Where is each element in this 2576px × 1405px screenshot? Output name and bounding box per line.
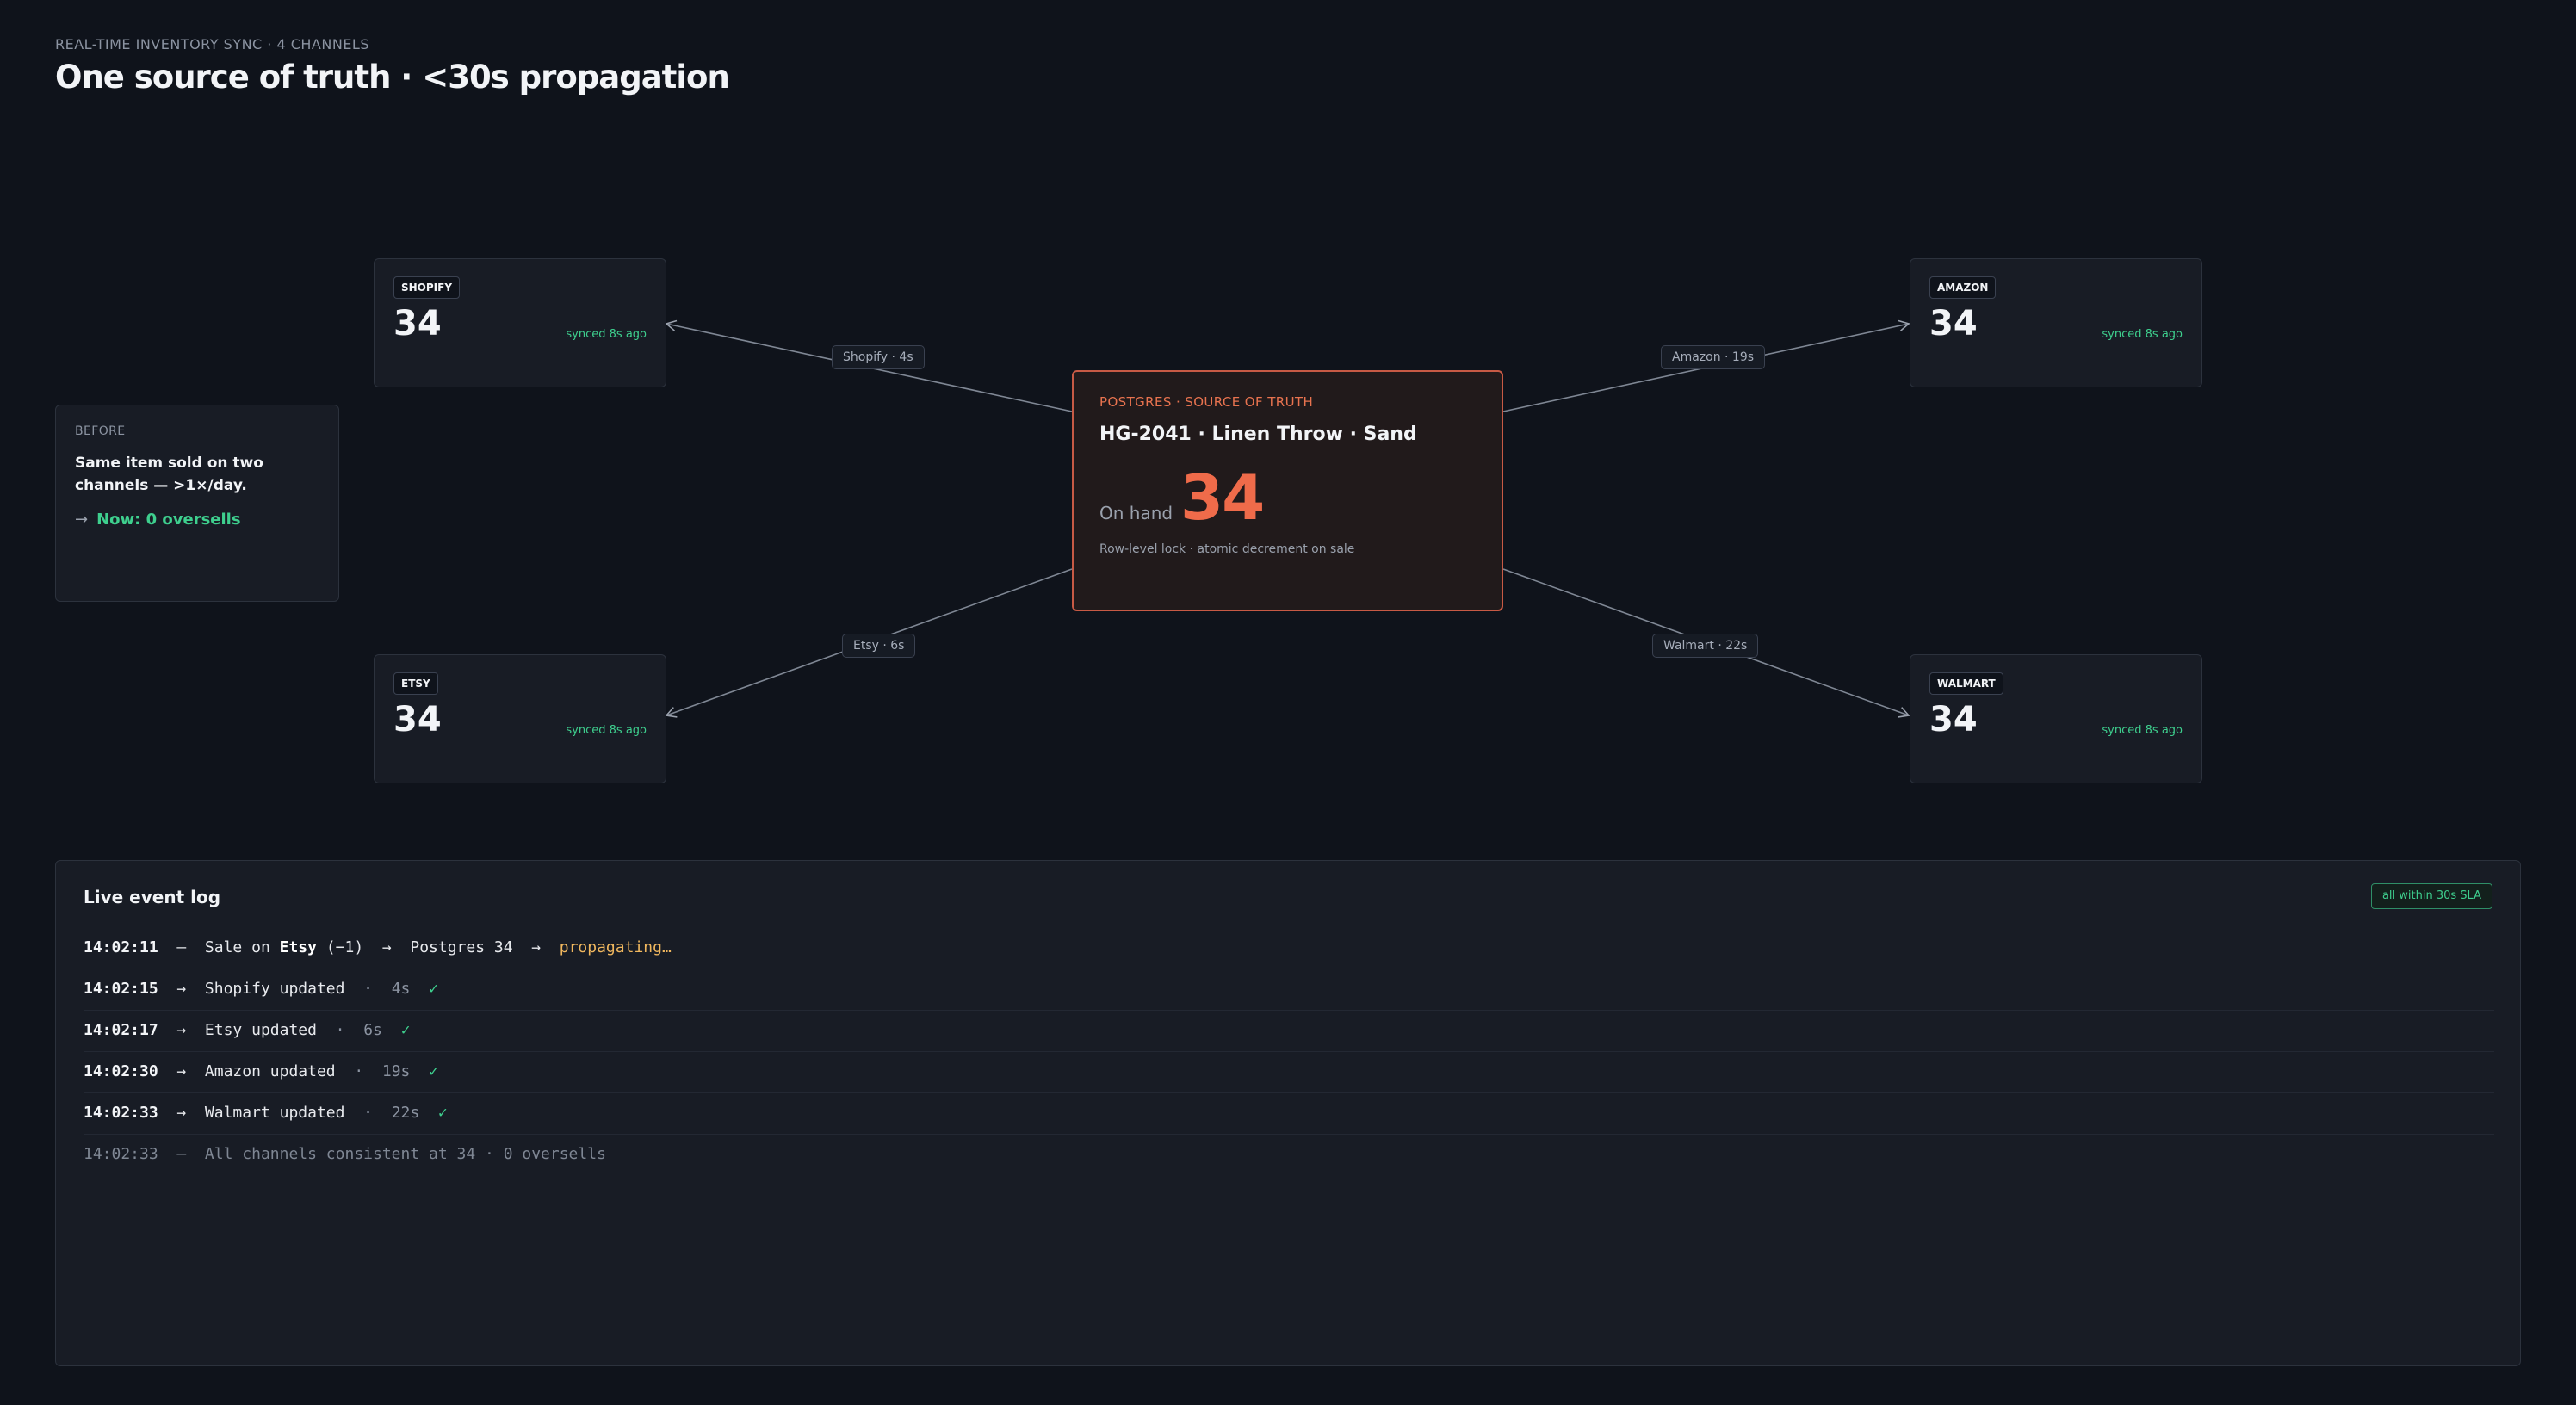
event-log-panel: Live event log all within 30s SLA 14:02:… xyxy=(55,860,2521,1366)
log-time: 14:02:33 xyxy=(84,1145,158,1163)
log-text: Walmart updated xyxy=(204,1104,345,1122)
before-text: Same item sold on two channels — >1×/day… xyxy=(75,455,263,494)
sla-badge: all within 30s SLA xyxy=(2370,883,2492,909)
log-duration: 22s xyxy=(391,1104,420,1122)
log-text: Sale on xyxy=(204,938,280,956)
log-row: 14:02:15 → Shopify updated · 4s ✓ xyxy=(84,969,2494,1011)
log-row: 14:02:17 → Etsy updated · 6s ✓ xyxy=(84,1011,2494,1052)
product-sku: HG-2041 · Linen Throw · Sand xyxy=(1099,424,1417,445)
on-hand-value: 34 xyxy=(1180,461,1265,534)
edge-label-etsy: Etsy · 6s xyxy=(842,634,916,658)
log-row-summary: 14:02:33 — All channels consistent at 34… xyxy=(84,1135,2494,1175)
log-separator: — xyxy=(176,938,187,956)
channel-quantity: 34 xyxy=(1929,304,1978,344)
log-time: 14:02:17 xyxy=(84,1021,158,1039)
log-dot: · xyxy=(363,1104,374,1122)
log-text: Shopify updated xyxy=(204,980,345,998)
log-separator: → xyxy=(176,980,187,998)
channel-tag: SHOPIFY xyxy=(393,276,461,299)
log-time: 14:02:30 xyxy=(84,1062,158,1080)
log-time: 14:02:15 xyxy=(84,980,158,998)
channel-tag: AMAZON xyxy=(1929,276,1997,299)
sync-status: synced 8s ago xyxy=(566,328,647,341)
log-separator: → xyxy=(176,1062,187,1080)
log-separator: — xyxy=(176,1145,187,1163)
now-result: → Now: 0 oversells xyxy=(75,511,241,529)
source-kicker: POSTGRES · SOURCE OF TRUTH xyxy=(1099,394,1314,410)
log-time: 14:02:33 xyxy=(84,1104,158,1122)
log-text: Amazon updated xyxy=(204,1062,336,1080)
log-separator: → xyxy=(176,1021,187,1039)
channel-quantity: 34 xyxy=(393,304,442,344)
channel-tag: WALMART xyxy=(1929,672,2003,695)
log-dot: · xyxy=(363,980,374,998)
source-of-truth-card[interactable]: POSTGRES · SOURCE OF TRUTH HG-2041 · Lin… xyxy=(1072,370,1503,611)
now-text: Now: 0 oversells xyxy=(96,511,241,529)
log-text: (−1) → Postgres 34 → xyxy=(316,938,560,956)
locking-note: Row-level lock · atomic decrement on sal… xyxy=(1099,542,1355,556)
log-row: 14:02:33 → Walmart updated · 22s ✓ xyxy=(84,1093,2494,1135)
edge-label-walmart: Walmart · 22s xyxy=(1652,634,1759,658)
channel-card-amazon[interactable]: AMAZON 34 synced 8s ago xyxy=(1910,258,2202,387)
log-time: 14:02:11 xyxy=(84,938,158,956)
log-channel: Etsy xyxy=(279,938,317,956)
log-dot: · xyxy=(354,1062,364,1080)
channel-tag: ETSY xyxy=(393,672,438,695)
channel-card-walmart[interactable]: WALMART 34 synced 8s ago xyxy=(1910,654,2202,783)
arrow-right-icon: → xyxy=(75,511,89,529)
log-row: 14:02:11 — Sale on Etsy (−1) → Postgres … xyxy=(84,928,2494,969)
log-dot: · xyxy=(335,1021,345,1039)
sync-status: synced 8s ago xyxy=(2102,328,2183,341)
log-text: Etsy updated xyxy=(204,1021,317,1039)
event-log-title: Live event log xyxy=(84,887,221,907)
check-icon: ✓ xyxy=(429,980,438,998)
check-icon: ✓ xyxy=(429,1062,438,1080)
on-hand-label: On hand xyxy=(1099,503,1173,523)
event-log-list: 14:02:11 — Sale on Etsy (−1) → Postgres … xyxy=(84,928,2494,1175)
edge-label-amazon: Amazon · 19s xyxy=(1661,345,1766,369)
check-icon: ✓ xyxy=(400,1021,411,1039)
log-status: propagating… xyxy=(559,938,672,956)
edge-label-shopify: Shopify · 4s xyxy=(832,345,925,369)
sync-status: synced 8s ago xyxy=(566,724,647,737)
before-card: BEFORE Same item sold on two channels — … xyxy=(55,405,339,602)
log-duration: 6s xyxy=(363,1021,382,1039)
before-label: BEFORE xyxy=(75,424,126,438)
channel-quantity: 34 xyxy=(1929,700,1978,740)
log-duration: 19s xyxy=(381,1062,411,1080)
log-row: 14:02:30 → Amazon updated · 19s ✓ xyxy=(84,1052,2494,1093)
log-duration: 4s xyxy=(391,980,411,998)
channel-card-shopify[interactable]: SHOPIFY 34 synced 8s ago xyxy=(374,258,666,387)
log-separator: → xyxy=(176,1104,187,1122)
channel-card-etsy[interactable]: ETSY 34 synced 8s ago xyxy=(374,654,666,783)
channel-quantity: 34 xyxy=(393,700,442,740)
log-text: All channels consistent at 34 · 0 overse… xyxy=(204,1145,606,1163)
sync-status: synced 8s ago xyxy=(2102,724,2183,737)
check-icon: ✓ xyxy=(437,1104,448,1122)
